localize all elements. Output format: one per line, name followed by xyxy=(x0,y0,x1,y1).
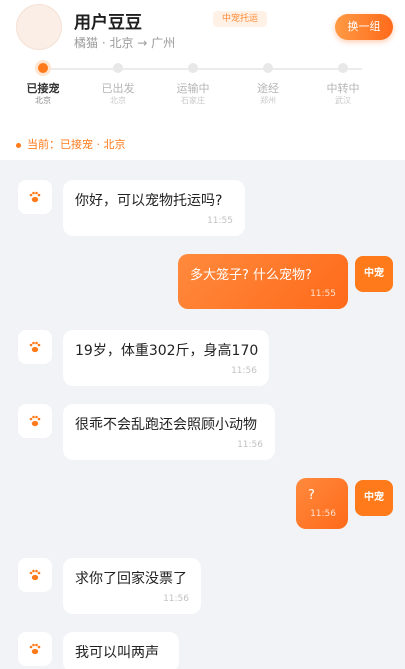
message-time: 11:55 xyxy=(207,216,233,226)
step-label: 已出发 xyxy=(101,82,135,95)
my-avatar[interactable]: 中宠 xyxy=(355,256,393,292)
message-bubble[interactable]: 求你了回家没票了 11:56 xyxy=(63,558,201,614)
my-avatar[interactable]: 中宠 xyxy=(355,480,393,516)
step-city: 北京 xyxy=(35,96,51,105)
progress-steps: 已接宠 北京 已出发 北京 运输中 石家庄 途经 郑州 中转中 武汉 xyxy=(0,60,405,112)
message-bubble[interactable]: 19岁，体重302斤，身高170 11:56 xyxy=(63,330,269,386)
switch-button[interactable]: 换一组 xyxy=(335,14,393,40)
progress-line xyxy=(44,68,362,70)
avatar[interactable] xyxy=(16,4,62,50)
message-text: 19岁，体重302斤，身高170 xyxy=(75,343,259,359)
service-tag: 中宠托运 xyxy=(213,11,267,27)
message-text: 很乖不会乱跑还会照顾小动物 xyxy=(75,417,257,433)
paw-icon xyxy=(29,341,41,353)
step-dot xyxy=(113,63,123,73)
message-time: 11:56 xyxy=(163,594,189,604)
message-bubble[interactable]: 你好，可以宠物托运吗? 11:55 xyxy=(63,180,245,236)
message-bubble-sent[interactable]: 多大笼子? 什么宠物? 11:55 xyxy=(178,254,348,309)
step-dot xyxy=(263,63,273,73)
message-bubble[interactable]: 我可以叫两声 xyxy=(63,632,179,669)
chat-area[interactable]: 你好，可以宠物托运吗? 11:55 多大笼子? 什么宠物? 11:55 中宠 1… xyxy=(0,160,405,669)
step-label: 已接宠 xyxy=(26,82,60,95)
pet-avatar[interactable] xyxy=(18,330,52,364)
message-text: 你好，可以宠物托运吗? xyxy=(75,193,223,209)
message-time: 11:56 xyxy=(237,440,263,450)
message-text: 我可以叫两声 xyxy=(75,645,159,661)
message-time: 11:56 xyxy=(310,509,336,519)
step-dot xyxy=(188,63,198,73)
message-text: 多大笼子? 什么宠物? xyxy=(190,268,312,283)
step-label: 运输中 xyxy=(176,82,210,95)
message-time: 11:56 xyxy=(231,366,257,376)
step-label: 中转中 xyxy=(326,82,360,95)
paw-icon xyxy=(29,569,41,581)
current-status-text: 当前：已接宠 · 北京 xyxy=(27,138,126,151)
message-time: 11:55 xyxy=(310,289,336,299)
pet-avatar[interactable] xyxy=(18,404,52,438)
pet-avatar[interactable] xyxy=(18,558,52,592)
status-dot-icon xyxy=(16,142,21,148)
paw-icon xyxy=(29,415,41,427)
message-bubble[interactable]: 很乖不会乱跑还会照顾小动物 11:56 xyxy=(63,404,275,460)
paw-icon xyxy=(29,643,41,655)
step-city: 石家庄 xyxy=(181,96,205,105)
message-bubble-sent[interactable]: ? 11:56 xyxy=(296,478,348,529)
current-status: 当前：已接宠 · 北京 xyxy=(16,136,126,152)
step-label: 途经 xyxy=(257,82,279,95)
step-dot xyxy=(38,63,48,73)
step-city: 郑州 xyxy=(260,96,276,105)
pet-avatar[interactable] xyxy=(18,180,52,214)
chat-header: 用户豆豆 橘猫 · 北京 → 广州 中宠托运 换一组 已接宠 北京 已出发 北京… xyxy=(0,0,405,160)
paw-icon xyxy=(29,191,41,203)
pet-avatar[interactable] xyxy=(18,632,52,666)
step-city: 北京 xyxy=(110,96,126,105)
message-text: 求你了回家没票了 xyxy=(75,571,187,587)
username: 用户豆豆 xyxy=(74,13,142,33)
message-text: ? xyxy=(308,488,315,503)
step-city: 武汉 xyxy=(335,96,351,105)
step-dot xyxy=(338,63,348,73)
route-info: 橘猫 · 北京 → 广州 xyxy=(74,36,176,50)
